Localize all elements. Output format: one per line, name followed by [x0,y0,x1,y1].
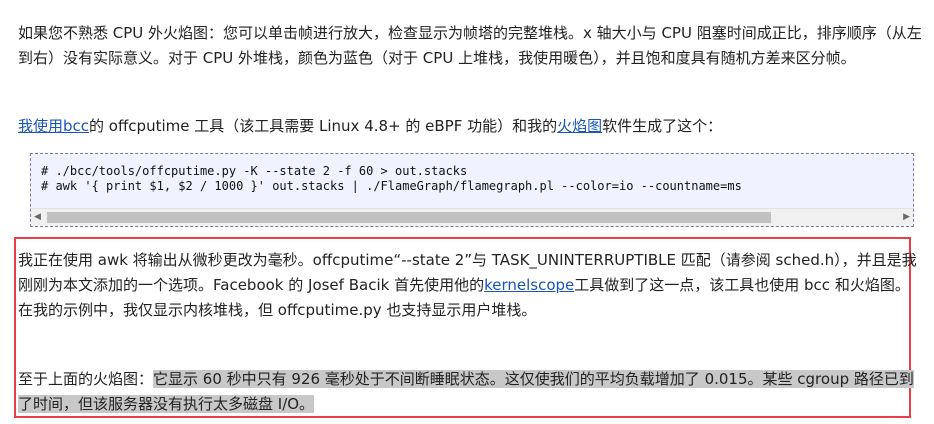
code-line-1: # ./bcc/tools/offcputime.py -K --state 2… [41,164,468,178]
kernelscope-link[interactable]: kernelscope [484,276,574,294]
article-page: 如果您不熟悉 CPU 外火焰图：您可以单击帧进行放大，检查显示为帧塔的完整堆栈。… [0,0,934,424]
intro-paragraph: 如果您不熟悉 CPU 外火焰图：您可以单击帧进行放大，检查显示为帧塔的完整堆栈。… [18,24,922,67]
flamegraph-link[interactable]: 火焰图 [557,117,602,135]
summary-paragraph: 至于上面的火焰图：它显示 60 秒中只有 926 毫秒处于不间断睡眠状态。这仅使… [18,367,923,417]
horizontal-scrollbar[interactable]: ◀ ▶ [31,208,913,226]
scroll-left-icon[interactable]: ◀ [34,212,41,223]
code-block: # ./bcc/tools/offcputime.py -K --state 2… [30,153,914,227]
summary-lead: 至于上面的火焰图： [18,370,154,388]
bcc-link[interactable]: 我使用bcc [18,117,89,135]
tool-paragraph: 我使用bcc的 offcputime 工具（该工具需要 Linux 4.8+ 的… [18,114,923,139]
selected-text: 它显示 60 秒中只有 926 毫秒处于不间断睡眠状态。这仅使我们的平均负载增加… [18,370,914,413]
scroll-right-icon[interactable]: ▶ [903,212,910,223]
awk-paragraph: 我正在使用 awk 将输出从微秒更改为毫秒。offcputime“--state… [18,248,923,323]
tool-text: 的 offcputime 工具（该工具需要 Linux 4.8+ 的 eBPF … [89,117,558,135]
scrollbar-thumb[interactable] [47,212,771,223]
code-line-2: # awk '{ print $1, $2 / 1000 }' out.stac… [41,179,742,193]
code-text: # ./bcc/tools/offcputime.py -K --state 2… [41,164,742,194]
tool-text-end: 软件生成了这个： [602,117,723,135]
